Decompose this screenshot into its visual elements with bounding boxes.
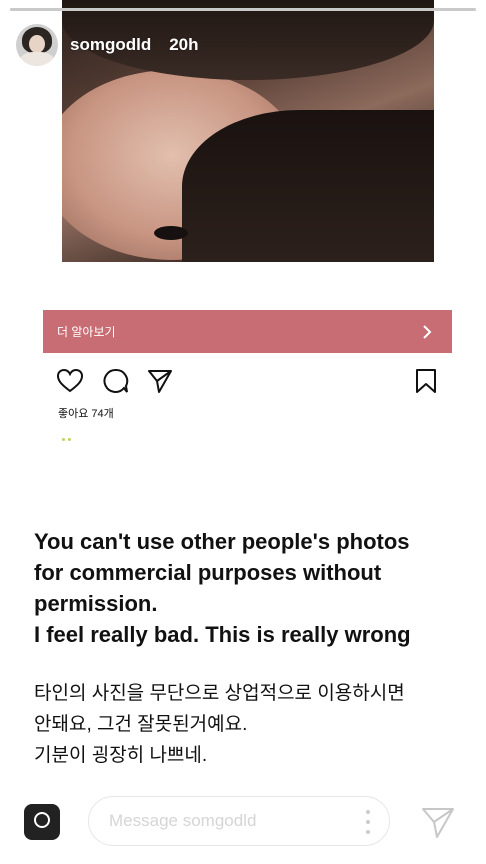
caption-korean: 타인의 사진을 무단으로 상업적으로 이용하시면 안돼요, 그건 잘못된거예요.… — [34, 678, 464, 771]
comment-icon — [102, 367, 130, 395]
reply-bar: Message somgodld — [0, 790, 486, 864]
learn-more-label: 더 알아보기 — [57, 325, 116, 339]
message-placeholder: Message somgodld — [109, 811, 257, 830]
caption-line: permission. — [34, 591, 158, 616]
username[interactable]: somgodld — [70, 35, 151, 55]
caption-line: 타인의 사진을 무단으로 상업적으로 이용하시면 — [34, 683, 405, 704]
story-header: somgodld 20h — [16, 22, 199, 68]
heart-icon — [56, 367, 84, 395]
caption-line: You can't use other people's photos — [34, 529, 410, 554]
comment-preview-dots — [62, 428, 74, 441]
caption-line: 기분이 굉장히 나쁘네. — [34, 745, 208, 766]
caption-english: You can't use other people's photos for … — [34, 526, 464, 650]
story-progress-fill — [10, 8, 476, 11]
avatar[interactable] — [16, 24, 58, 66]
learn-more-bar: 더 알아보기 — [43, 310, 452, 353]
story-progress-bar — [10, 8, 476, 11]
send-icon[interactable] — [420, 804, 456, 840]
post-time: 20h — [169, 35, 199, 54]
bookmark-icon — [412, 367, 440, 395]
caption-line: I feel really bad. This is really wrong — [34, 622, 411, 647]
caption-line: 안돼요, 그건 잘못된거예요. — [34, 714, 248, 735]
more-options-icon[interactable] — [365, 810, 371, 834]
message-input[interactable]: Message somgodld — [88, 796, 390, 846]
share-icon — [146, 367, 174, 395]
likes-count: 좋아요 74개 — [58, 408, 114, 420]
camera-button[interactable] — [24, 804, 60, 840]
post-actions — [56, 367, 440, 395]
caption-line: for commercial purposes without — [34, 560, 382, 585]
chevron-right-icon — [422, 324, 432, 340]
camera-icon — [31, 809, 53, 836]
